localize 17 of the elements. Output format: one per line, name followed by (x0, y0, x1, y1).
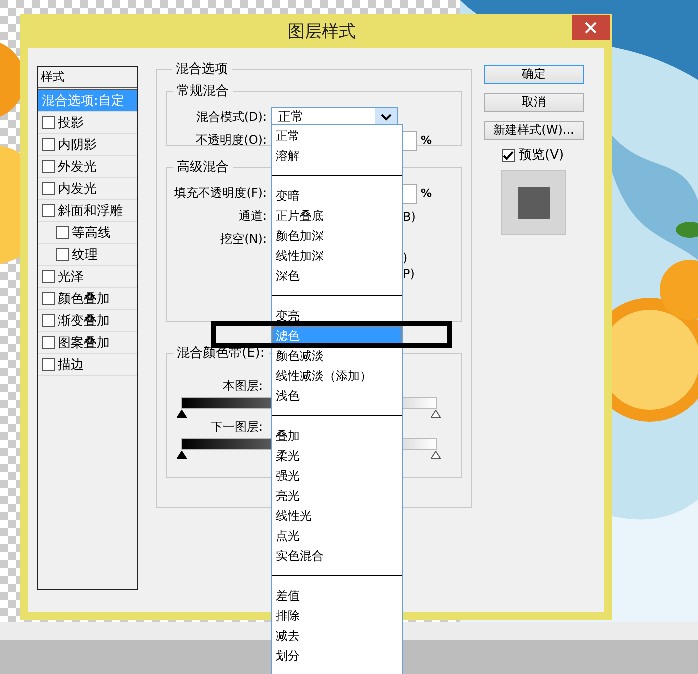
checkbox-label: 预览(V) (519, 147, 564, 164)
field-label: 挖空(N): (220, 231, 267, 248)
field-label: 混合模式(D): (195, 109, 267, 126)
group-title: 混合选项 (175, 61, 229, 78)
unit-label: % (421, 187, 432, 200)
channel-option-text: B) (403, 210, 416, 224)
group-title: 高级混合 (176, 159, 230, 176)
field-label: 填充不透明度(F): (174, 185, 267, 202)
field-label: 通道: (238, 208, 267, 225)
window-title: 图层样式 (288, 20, 356, 42)
option-text: P) (403, 267, 416, 283)
unit-label: % (421, 134, 432, 147)
group-title: 常规混合 (176, 83, 230, 100)
field-label: 本图层: (222, 378, 263, 395)
field-label: 不透明度(O): (195, 132, 267, 149)
option-text: ) (403, 251, 409, 267)
field-label: 下一图层: (210, 419, 263, 436)
